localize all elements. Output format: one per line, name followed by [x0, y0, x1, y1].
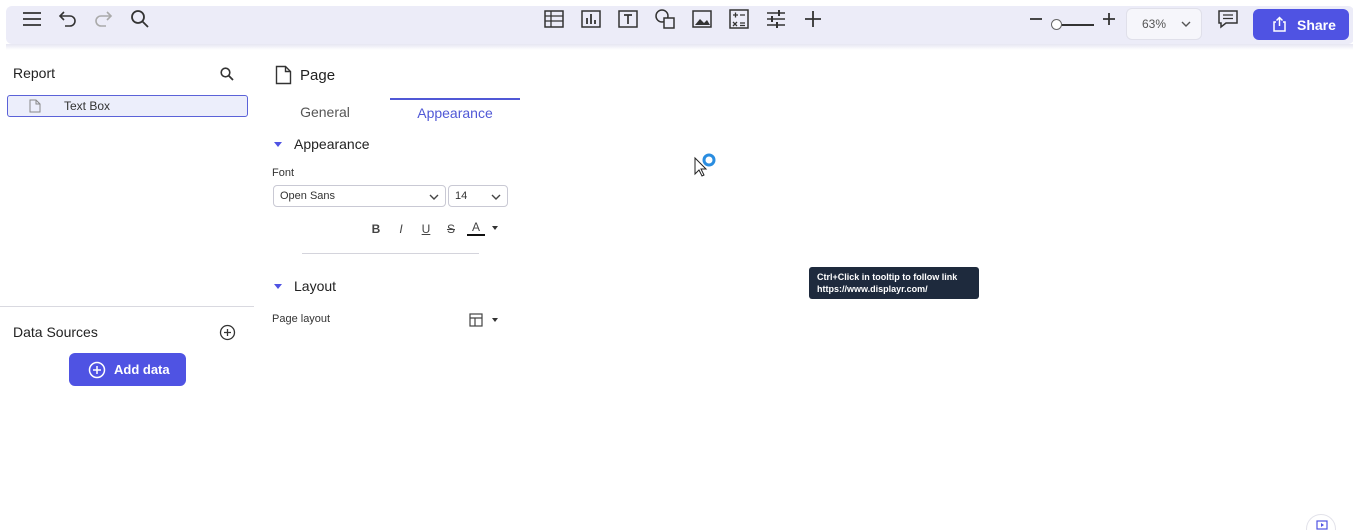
document-icon	[29, 99, 41, 113]
share-icon	[1273, 16, 1286, 32]
page-title: Page	[300, 66, 336, 84]
chevron-down-icon	[1181, 21, 1191, 27]
image-icon[interactable]	[688, 5, 716, 33]
comments-icon[interactable]	[1214, 5, 1242, 33]
chevron-down-icon	[491, 194, 501, 200]
table-icon[interactable]	[540, 5, 568, 33]
share-button[interactable]: Share	[1253, 9, 1349, 40]
font-color-dropdown-icon[interactable]	[492, 226, 498, 230]
page-header: Page	[275, 64, 335, 86]
menu-icon[interactable]	[18, 5, 46, 33]
font-family-value: Open Sans	[280, 190, 336, 202]
panel-divider	[0, 306, 254, 307]
italic-button[interactable]: I	[392, 220, 410, 238]
report-title: Report	[13, 65, 56, 81]
report-item-text-box[interactable]: Text Box	[7, 95, 248, 117]
add-data-button[interactable]: Add data	[69, 353, 186, 386]
report-search-icon[interactable]	[219, 66, 235, 82]
zoom-in-icon[interactable]	[1095, 5, 1123, 33]
calculation-icon[interactable]	[725, 5, 753, 33]
appearance-section-title: Appearance	[294, 136, 370, 152]
font-label: Font	[272, 167, 295, 179]
add-data-label: Add data	[114, 362, 170, 377]
tooltip-link[interactable]: https://www.displayr.com/	[817, 283, 971, 295]
page-layout-icon[interactable]	[469, 313, 483, 327]
strikethrough-button[interactable]: S	[442, 220, 460, 238]
caret-down-icon	[274, 283, 282, 289]
tooltip-line-1: Ctrl+Click in tooltip to follow link	[817, 272, 958, 282]
font-family-select[interactable]: Open Sans	[273, 185, 446, 207]
underline-button[interactable]: U	[417, 220, 435, 238]
chart-icon[interactable]	[577, 5, 605, 33]
toolbar-shadow	[6, 44, 1353, 50]
plus-circle-icon	[88, 361, 106, 379]
zoom-select[interactable]: 63%	[1126, 8, 1202, 40]
undo-icon[interactable]	[54, 5, 82, 33]
chevron-down-icon	[429, 194, 439, 200]
zoom-out-icon[interactable]	[1022, 5, 1050, 33]
font-size-select[interactable]: 14	[448, 185, 508, 207]
zoom-slider-handle[interactable]	[1051, 19, 1062, 30]
share-label: Share	[1297, 16, 1336, 33]
add-icon[interactable]	[799, 5, 827, 33]
link-tooltip[interactable]: Ctrl+Click in tooltip to follow link htt…	[809, 267, 979, 299]
text-icon[interactable]	[614, 5, 642, 33]
add-data-source-icon[interactable]	[219, 324, 236, 341]
font-size-value: 14	[455, 190, 468, 202]
shapes-icon[interactable]	[651, 5, 679, 33]
tab-appearance[interactable]: Appearance	[390, 98, 520, 126]
zoom-value: 63%	[1142, 17, 1167, 31]
redo-icon[interactable]	[89, 5, 117, 33]
report-item-label: Text Box	[64, 99, 111, 113]
font-color-button[interactable]: A	[467, 220, 485, 236]
layout-section-title: Layout	[294, 278, 337, 294]
bold-button[interactable]: B	[367, 220, 385, 238]
help-widget-button[interactable]	[1306, 514, 1336, 530]
section-divider	[302, 253, 479, 254]
tab-general[interactable]: General	[272, 98, 378, 126]
mouse-cursor	[693, 152, 719, 185]
data-sources-title: Data Sources	[13, 324, 98, 340]
appearance-section-header[interactable]: Appearance	[272, 136, 370, 152]
page-layout-label: Page layout	[272, 313, 331, 325]
controls-icon[interactable]	[762, 5, 790, 33]
page-icon	[275, 65, 292, 85]
video-icon	[1316, 520, 1328, 530]
search-icon[interactable]	[126, 5, 154, 33]
page-layout-dropdown-icon[interactable]	[492, 318, 498, 322]
caret-down-icon	[274, 141, 282, 147]
layout-section-header[interactable]: Layout	[272, 278, 336, 294]
